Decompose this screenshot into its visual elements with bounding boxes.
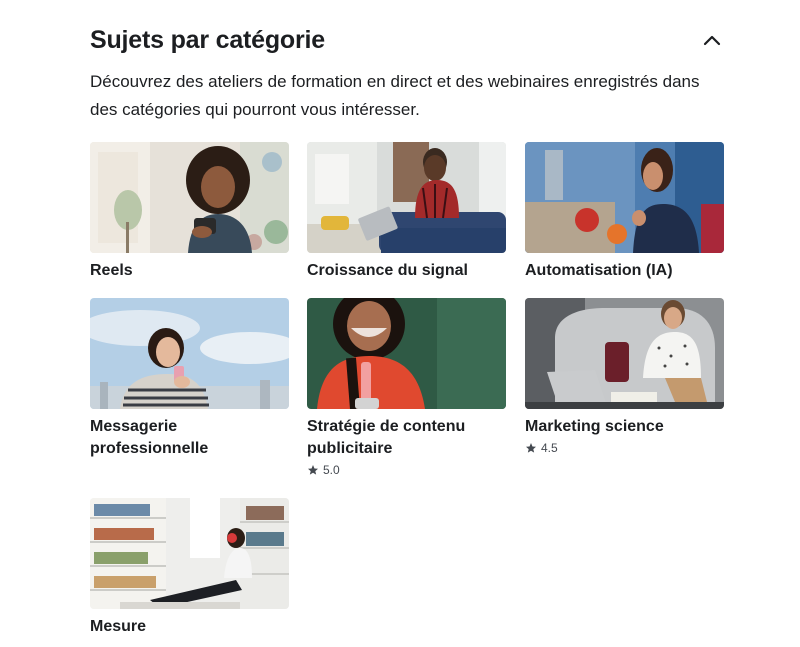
card-title: Croissance du signal [307,262,468,279]
card-title: Stratégie de contenu publicitaire [307,418,466,457]
category-card-strategie-de-contenu-publicitaire[interactable]: Stratégie de contenu publicitaire 5.0 [307,298,506,477]
category-card-marketing-science[interactable]: Marketing science 4.5 [525,298,724,455]
rating-value: 4.5 [541,441,558,455]
topics-by-category-section: Sujets par catégorie Découvrez des ateli… [90,0,724,647]
section-title: Sujets par catégorie [90,26,325,54]
star-icon [308,465,318,475]
card-rating: 5.0 [307,463,506,477]
category-thumbnail [307,142,506,253]
category-card-messagerie-professionnelle[interactable]: Messagerie professionnelle [90,298,289,460]
category-card-automatisation-ia[interactable]: Automatisation (IA) [525,142,724,282]
section-description: Découvrez des ateliers de formation en d… [90,72,700,119]
category-thumbnail [525,298,724,409]
card-title: Reels [90,262,133,279]
card-title: Mesure [90,618,147,635]
collapse-button[interactable] [700,28,724,52]
category-thumbnail [90,498,289,609]
category-card-croissance-du-signal[interactable]: Croissance du signal [307,142,506,282]
category-card-mesure[interactable]: Mesure [90,498,289,638]
card-title: Marketing science [525,418,664,435]
section-header: Sujets par catégorie [90,24,724,60]
category-thumbnail [90,142,289,253]
rating-value: 5.0 [323,463,340,477]
category-thumbnail [525,142,724,253]
chevron-up-icon [703,35,721,46]
card-rating: 4.5 [525,441,724,455]
card-title: Automatisation (IA) [525,262,673,279]
category-thumbnail [90,298,289,409]
card-title: Messagerie professionnelle [90,418,209,457]
star-icon [526,443,536,453]
category-thumbnail [307,298,506,409]
category-card-reels[interactable]: Reels [90,142,289,282]
